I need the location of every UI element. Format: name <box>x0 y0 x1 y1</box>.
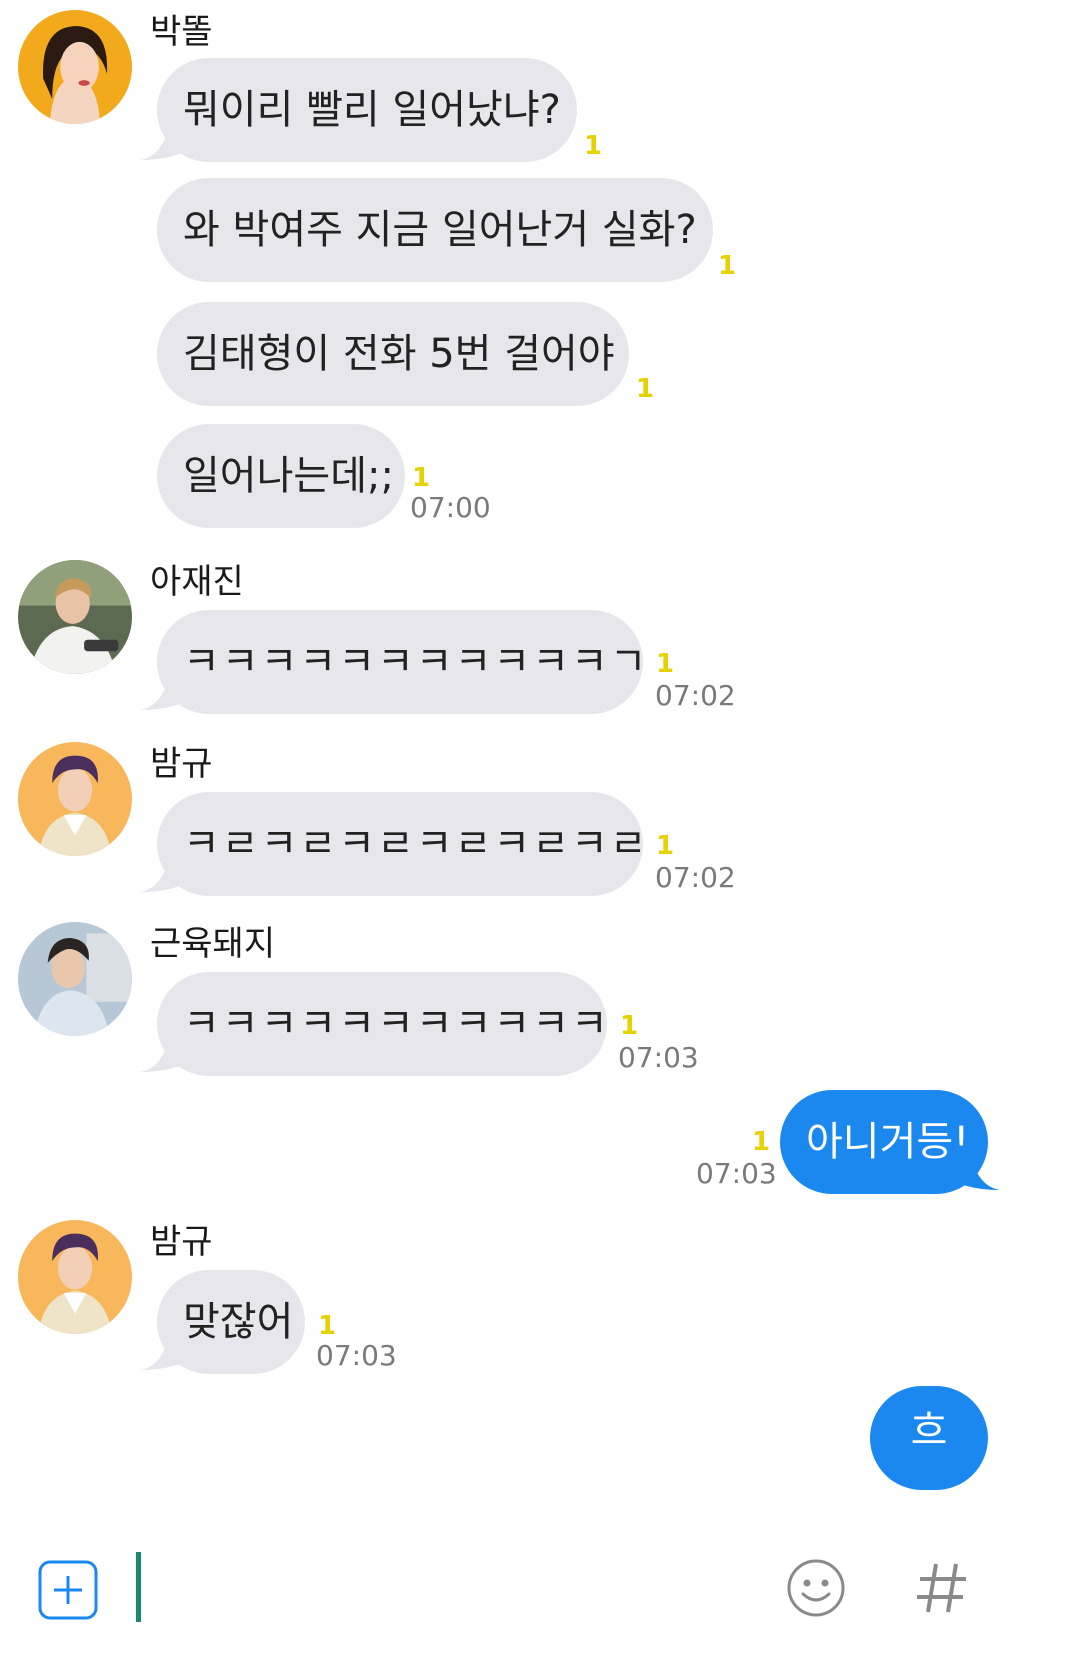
message-input[interactable] <box>136 1552 756 1628</box>
unread-count: 1 <box>412 463 431 493</box>
unread-count: 1 <box>752 1127 771 1157</box>
message-bubble[interactable]: 와 박여주 지금 일어난거 실화? <box>157 178 713 282</box>
message-time: 07:03 <box>618 1041 699 1074</box>
unread-count: 1 <box>636 374 655 404</box>
message-time: 07:03 <box>316 1339 397 1372</box>
sender-name: 박똘 <box>150 12 213 52</box>
profile-photo-icon <box>18 742 132 856</box>
message-bubble[interactable]: 뭐이리 빨리 일어났냐? <box>157 58 577 162</box>
unread-count: 1 <box>656 831 675 861</box>
message-bubble[interactable]: 김태형이 전화 5번 걸어야 <box>157 302 629 406</box>
avatar[interactable] <box>18 560 132 674</box>
avatar[interactable] <box>18 10 132 124</box>
avatar[interactable] <box>18 922 132 1036</box>
avatar[interactable] <box>18 742 132 856</box>
sender-name: 아재진 <box>150 562 244 602</box>
emoji-icon <box>787 1559 845 1617</box>
message-bubble[interactable]: 맞잖어 <box>157 1270 305 1374</box>
sender-name: 밤규 <box>150 744 213 784</box>
unread-count: 1 <box>620 1011 639 1041</box>
emoji-button[interactable] <box>786 1558 846 1618</box>
message-input-bar <box>0 1530 1080 1665</box>
message-bubble[interactable]: ㅋㄹㅋㄹㅋㄹㅋㄹㅋㄹㅋㄹ <box>157 792 647 896</box>
message-time: 07:00 <box>410 491 491 524</box>
profile-photo-icon <box>18 560 132 674</box>
plus-icon <box>38 1560 98 1620</box>
profile-photo-icon <box>18 922 132 1036</box>
unread-count: 1 <box>584 131 603 161</box>
profile-photo-icon <box>18 1220 132 1334</box>
chat-messages-area[interactable]: 박똘 뭐이리 빨리 일어났냐? 1 와 박여주 지금 일어난거 실화? 1 김태… <box>0 0 1080 1530</box>
bubble-tail-outgoing <box>952 1150 1000 1190</box>
unread-count: 1 <box>656 649 675 679</box>
message-bubble[interactable]: 일어나는데;; <box>157 424 405 528</box>
sender-name: 밤규 <box>150 1222 213 1262</box>
attach-button[interactable] <box>38 1560 98 1620</box>
message-time: 07:02 <box>655 679 736 712</box>
unread-count: 1 <box>318 1311 337 1341</box>
avatar[interactable] <box>18 1220 132 1334</box>
sender-name: 근육돼지 <box>150 924 276 964</box>
message-bubble[interactable]: ㅋㅋㅋㅋㅋㅋㅋㅋㅋㅋㅋ <box>157 972 608 1076</box>
unread-count: 1 <box>718 251 737 281</box>
message-bubble-outgoing[interactable]: 흐 <box>870 1386 988 1490</box>
message-time: 07:02 <box>655 861 736 894</box>
message-bubble[interactable]: ㅋㅋㅋㅋㅋㅋㅋㅋㅋㅋㅋㄱ <box>157 610 647 714</box>
message-time: 07:03 <box>696 1157 777 1190</box>
text-cursor <box>136 1552 141 1622</box>
hashtag-button[interactable] <box>914 1560 970 1616</box>
hashtag-icon <box>917 1563 966 1613</box>
profile-photo-icon <box>18 10 132 124</box>
